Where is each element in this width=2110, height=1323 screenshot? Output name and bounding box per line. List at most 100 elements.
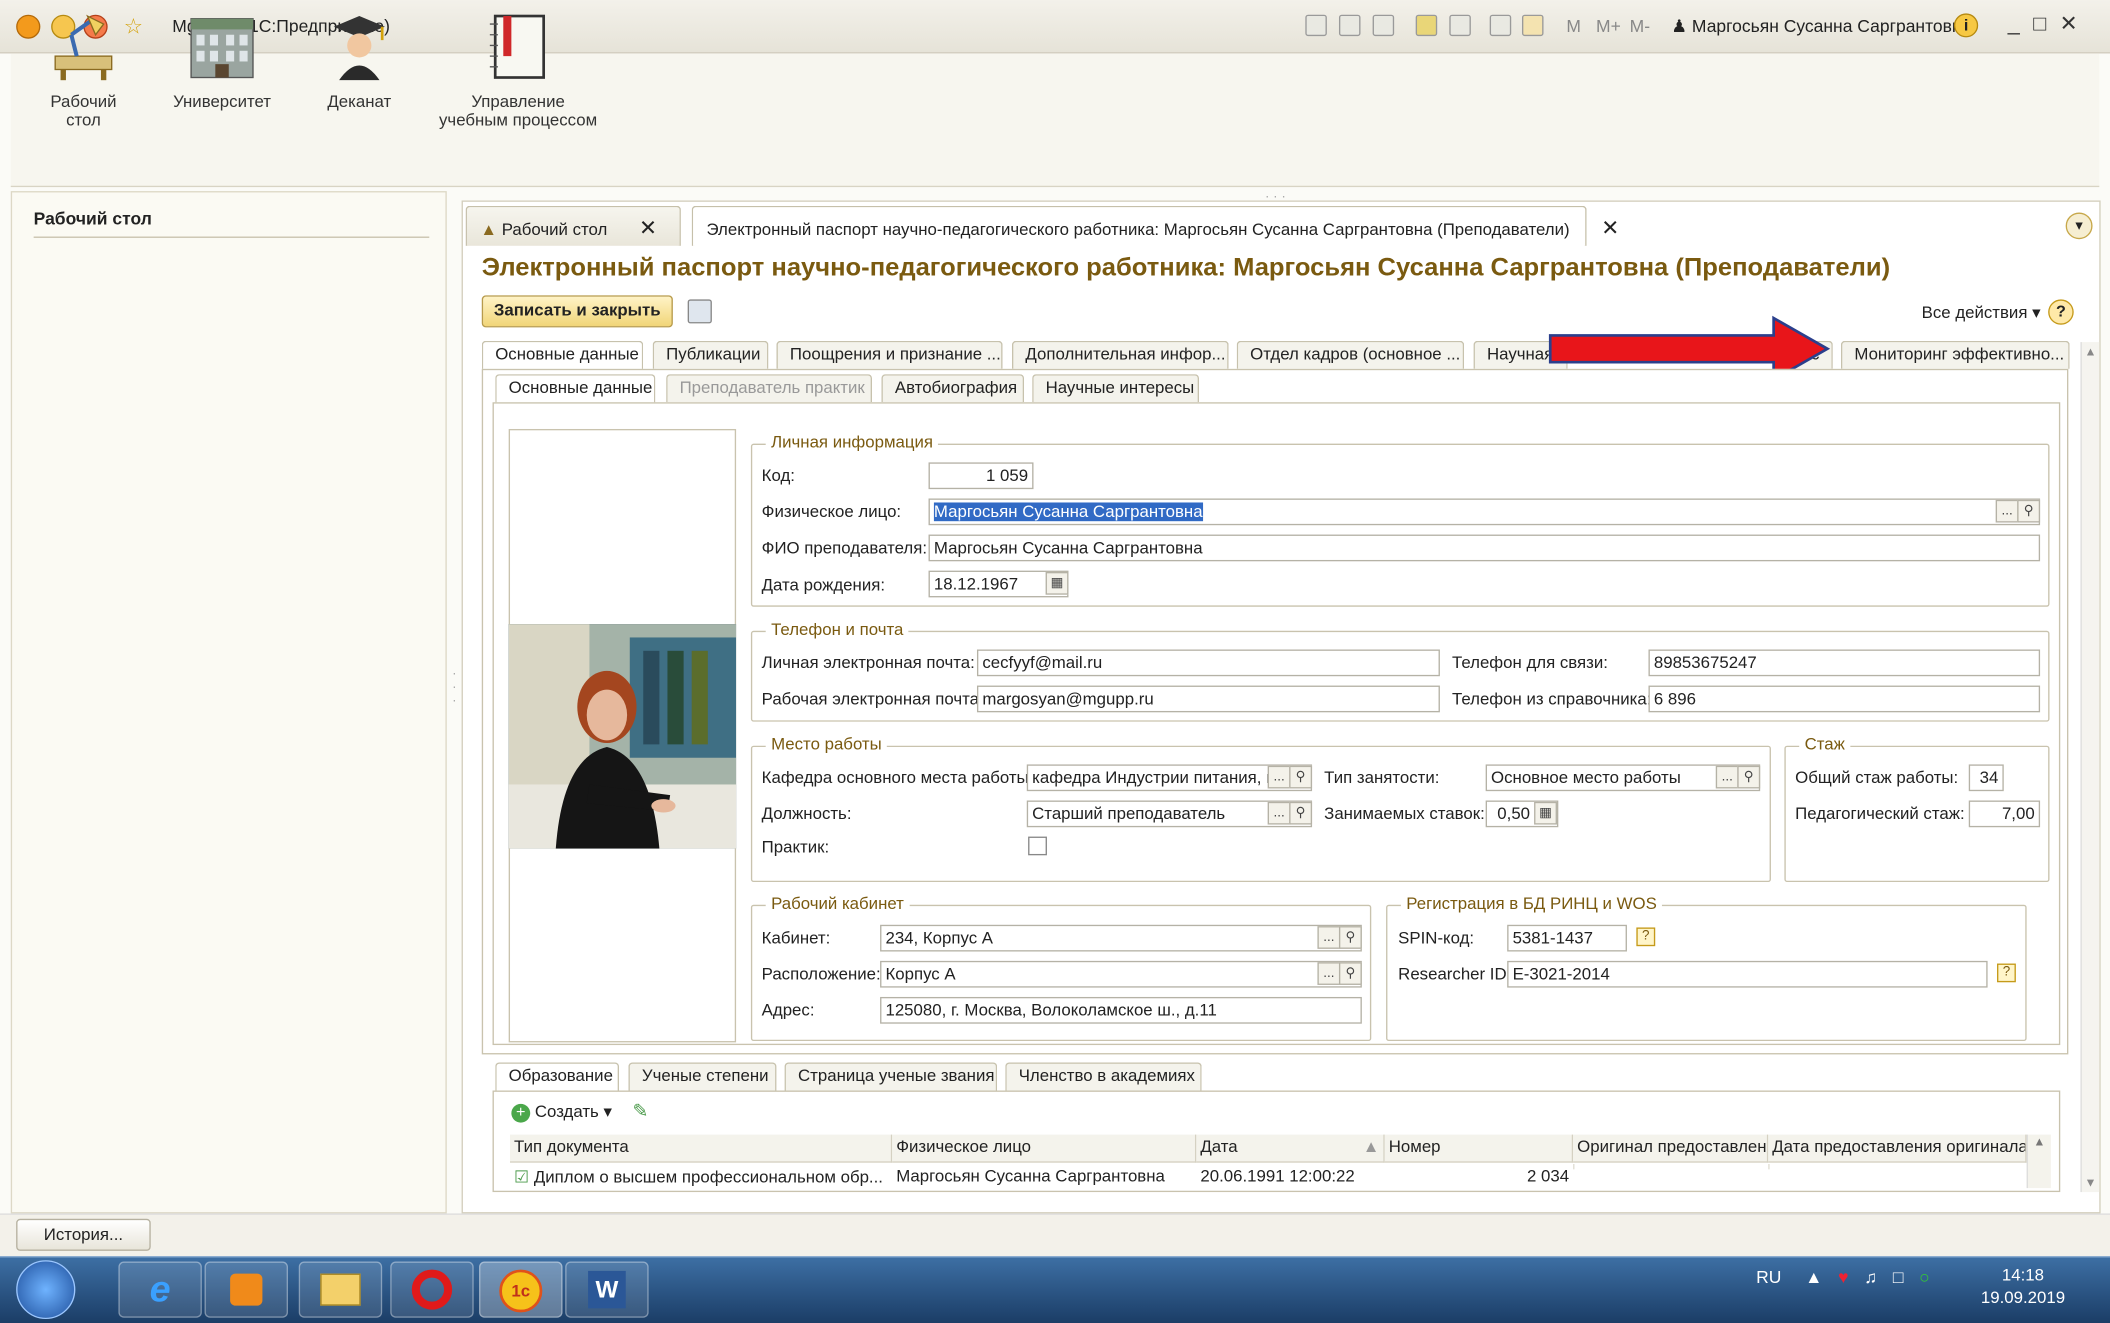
tab-degrees[interactable]: Ученые степени	[628, 1062, 777, 1091]
close-icon[interactable]: ✕	[1601, 218, 1619, 241]
search-icon[interactable]: ⚲	[1338, 962, 1362, 985]
taskbar-word-icon[interactable]: W	[565, 1261, 649, 1318]
status-icon[interactable]: ○	[1919, 1267, 1930, 1287]
spin-help-icon[interactable]: ?	[1636, 927, 1656, 947]
column-header[interactable]: Тип документа	[510, 1134, 893, 1163]
antivirus-icon[interactable]: ♥	[1838, 1267, 1848, 1287]
panel-splitter[interactable]: · · ·	[452, 668, 456, 708]
select-ellipsis-button[interactable]: ...	[1715, 765, 1739, 789]
column-header[interactable]: Физическое лицо	[892, 1134, 1197, 1163]
column-header[interactable]: Оригинал предоставлен	[1573, 1134, 1769, 1163]
calendar-icon[interactable]: ▦	[1045, 571, 1069, 595]
section-education-process[interactable]: Управление учебным процессом	[437, 11, 598, 130]
taskbar-explorer-icon[interactable]	[298, 1261, 383, 1318]
work-email-field[interactable]: margosyan@mgupp.ru	[976, 685, 1440, 713]
calendar-icon[interactable]	[1521, 14, 1544, 37]
history-button[interactable]: История...	[16, 1218, 151, 1251]
table-row[interactable]: ☑ Диплом о высшем профессиональном обр..…	[510, 1164, 2027, 1191]
ped-experience-field[interactable]: 7,00	[1968, 800, 2041, 828]
spin-field[interactable]: 5381-1437	[1507, 924, 1627, 952]
history-icon[interactable]	[1449, 14, 1471, 37]
subtab-practitioner[interactable]: Преподаватель практик	[666, 374, 873, 403]
scroll-up-icon[interactable]: ▲	[2082, 345, 2099, 358]
left-panel-title[interactable]: Рабочий стол	[34, 208, 152, 228]
researcher-id-field[interactable]: E-3021-2014	[1507, 960, 1988, 988]
search-icon[interactable]: ⚲	[1289, 765, 1313, 789]
create-button[interactable]: + Создать ▾	[511, 1101, 612, 1123]
clock[interactable]: 14:18 19.09.2019	[1981, 1264, 2065, 1309]
address-field[interactable]: 125080, г. Москва, Волоколамское ш., д.1…	[880, 996, 1362, 1024]
fio-field[interactable]: Маргосьян Сусанна Саргрантовна	[928, 534, 2041, 562]
tab-monitoring[interactable]: Мониторинг эффективно...	[1840, 340, 2070, 369]
search-icon[interactable]: ⚲	[1289, 801, 1313, 825]
search-icon[interactable]: ⚲	[1338, 926, 1362, 949]
preview-icon[interactable]	[1372, 14, 1395, 37]
tab-desktop[interactable]: ▲ Рабочий стол ✕	[465, 205, 681, 246]
researcher-id-help-icon[interactable]: ?	[1997, 963, 2016, 983]
search-icon[interactable]: ⚲	[1737, 765, 1761, 789]
memory-mminus-button[interactable]: M-	[1630, 16, 1650, 36]
taskbar-1c-icon[interactable]: 1c	[479, 1261, 563, 1318]
tab-passport[interactable]: Электронный паспорт научно-педагогическо…	[691, 205, 1619, 246]
tab-awards[interactable]: Поощрения и признание ...	[776, 340, 1003, 369]
memory-mplus-button[interactable]: M+	[1596, 16, 1621, 36]
code-field[interactable]: 1 059	[928, 462, 1034, 490]
help-icon[interactable]: ?	[2048, 299, 2074, 325]
table-scrollbar[interactable]: ▲	[2026, 1134, 2051, 1189]
location-field[interactable]: Корпус А	[880, 960, 1362, 988]
select-ellipsis-button[interactable]: ...	[1317, 962, 1341, 985]
language-indicator[interactable]: RU	[1756, 1267, 1781, 1287]
tab-publications[interactable]: Публикации	[652, 340, 769, 369]
subtab-interests[interactable]: Научные интересы	[1032, 374, 1200, 403]
tab-additional-info[interactable]: Дополнительная инфор...	[1011, 340, 1229, 369]
select-ellipsis-button[interactable]: ...	[1995, 499, 2019, 523]
edit-pencil-icon[interactable]: ✎	[632, 1100, 648, 1123]
person-field[interactable]: Маргосьян Сусанна Саргрантовна	[928, 498, 2041, 526]
tab-main-data[interactable]: Основные данные	[481, 340, 644, 371]
tab-education[interactable]: Образование	[495, 1062, 620, 1092]
phone-dir-field[interactable]: 6 896	[1648, 685, 2041, 713]
network-icon[interactable]: □	[1893, 1267, 1904, 1287]
print-icon[interactable]	[1338, 14, 1361, 37]
section-desktop[interactable]: Рабочий стол	[30, 11, 138, 130]
tab-academy-membership[interactable]: Членство в академиях	[1005, 1062, 1202, 1091]
section-dean[interactable]: Деканат	[312, 11, 406, 111]
scroll-down-icon[interactable]: ▼	[2082, 1176, 2099, 1189]
chevron-down-icon[interactable]: ▾	[2065, 212, 2093, 240]
taskbar-ie-icon[interactable]: e	[118, 1261, 202, 1318]
column-header[interactable]: Дата предоставления оригинала	[1768, 1134, 2027, 1163]
tray-expand-icon[interactable]: ▲	[1805, 1267, 1822, 1287]
phone-field[interactable]: 89853675247	[1648, 649, 2041, 677]
tab-hr-department[interactable]: Отдел кадров (основное ...	[1236, 340, 1465, 369]
user-name[interactable]: ♟ Маргосьян Сусанна Саргрантовна	[1671, 16, 1971, 37]
column-header[interactable]: Номер	[1384, 1134, 1574, 1163]
taskbar-opera-icon[interactable]	[390, 1261, 474, 1318]
save-icon[interactable]	[1305, 14, 1327, 37]
search-icon[interactable]: ⚲	[2017, 499, 2041, 523]
tab-academic-titles[interactable]: Страница ученые звания	[784, 1062, 998, 1091]
volume-icon[interactable]: ♫	[1864, 1267, 1877, 1287]
all-actions-menu[interactable]: Все действия ▾	[1922, 302, 2041, 322]
calculator-icon[interactable]: ▦	[1534, 801, 1557, 825]
practitioner-checkbox[interactable]	[1028, 836, 1047, 856]
save-and-close-button[interactable]: Записать и закрыть	[481, 295, 673, 328]
close-icon[interactable]: ✕	[639, 218, 657, 241]
taskbar-media-icon[interactable]	[204, 1261, 288, 1318]
info-icon[interactable]: i	[1953, 13, 1979, 38]
total-experience-field[interactable]: 34	[1968, 764, 2004, 792]
form-scrollbar[interactable]: ▲ ▼	[2080, 342, 2100, 1193]
window-controls[interactable]: _□✕	[2008, 11, 2091, 38]
subtab-autobiography[interactable]: Автобиография	[881, 374, 1025, 403]
calculator-icon[interactable]	[1489, 14, 1512, 37]
personal-email-field[interactable]: cecfyyf@mail.ru	[976, 649, 1440, 677]
column-header[interactable]: Дата ▲	[1196, 1134, 1385, 1163]
subtab-main-data[interactable]: Основные данные	[495, 374, 656, 404]
save-disk-icon[interactable]	[687, 299, 712, 324]
select-ellipsis-button[interactable]: ...	[1267, 765, 1291, 789]
start-button-icon[interactable]	[16, 1260, 76, 1320]
select-ellipsis-button[interactable]: ...	[1317, 926, 1341, 949]
room-field[interactable]: 234, Корпус А	[880, 924, 1362, 952]
section-university[interactable]: Университет	[168, 11, 276, 111]
add-favorite-icon[interactable]	[1415, 14, 1438, 37]
memory-m-button[interactable]: M	[1566, 16, 1581, 36]
